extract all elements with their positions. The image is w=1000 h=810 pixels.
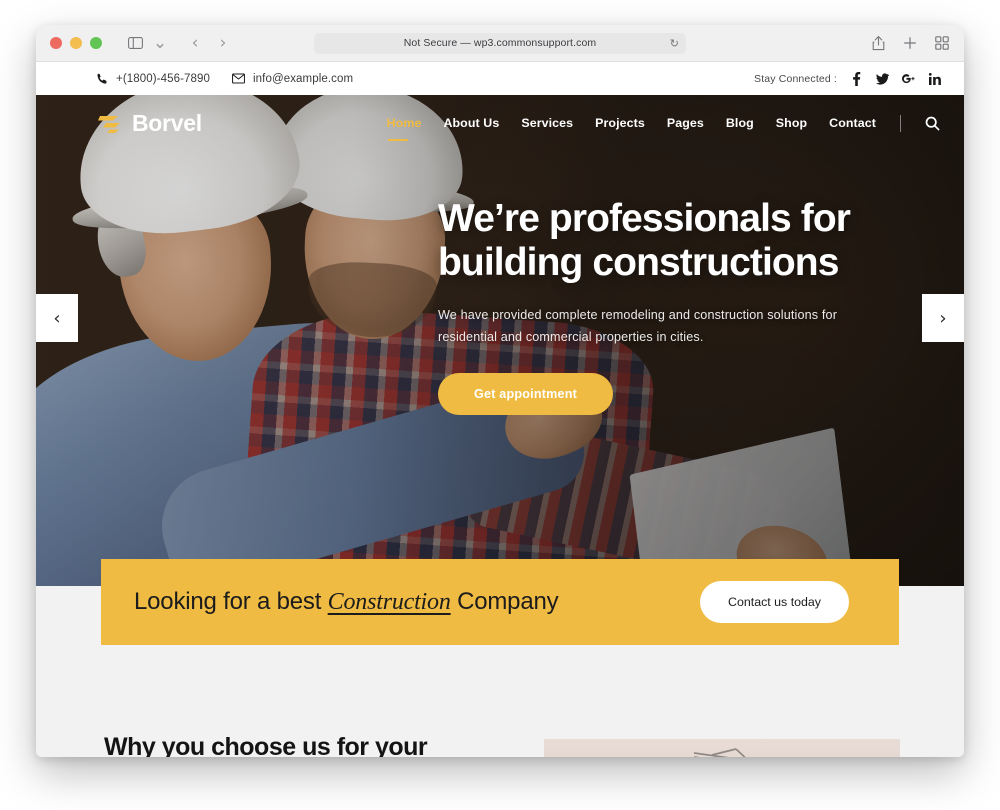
why-choose-us-title: Why you choose us for your next project …	[104, 733, 428, 757]
hero-subtitle: We have provided complete remodeling and…	[438, 307, 838, 345]
browser-forward-button[interactable]: ›	[214, 32, 232, 54]
slider-next-button[interactable]: ›	[922, 294, 964, 342]
toolbar-right-group	[868, 31, 952, 55]
cta-text-after: Company	[450, 588, 559, 615]
browser-toolbar: ⌄ ‹ › Not Secure — wp3.commonsupport.com…	[36, 25, 964, 62]
email-contact[interactable]: info@example.com	[232, 73, 353, 85]
browser-window: ⌄ ‹ › Not Secure — wp3.commonsupport.com…	[36, 25, 964, 757]
traffic-lights	[50, 37, 102, 49]
contact-us-today-button[interactable]: Contact us today	[700, 581, 849, 623]
nav-item-contact[interactable]: Contact	[829, 112, 876, 134]
site-header: Borvel Home About Us Services Projects P…	[36, 95, 964, 151]
cta-text-before: Looking for a best	[134, 588, 328, 615]
facebook-icon[interactable]	[850, 71, 863, 86]
plus-icon[interactable]	[900, 31, 920, 55]
sidebar-icon[interactable]	[122, 31, 148, 55]
nav-divider	[900, 114, 901, 132]
nav-item-blog[interactable]: Blog	[726, 112, 754, 134]
maximize-window-button[interactable]	[90, 37, 102, 49]
get-appointment-button[interactable]: Get appointment	[438, 372, 614, 415]
why-choose-us-section: Why you choose us for your next project …	[36, 645, 964, 757]
construction-cranes-image	[544, 739, 900, 757]
hero-title-line-2: building constructions	[438, 241, 839, 285]
browser-back-button[interactable]: ‹	[186, 32, 204, 54]
cta-banner-text: Looking for a best Construction Company	[134, 588, 559, 616]
nav-item-projects[interactable]: Projects	[595, 112, 645, 134]
hero-title: We’re professionals for building constru…	[438, 197, 908, 286]
google-plus-icon[interactable]	[902, 73, 915, 85]
email-address: info@example.com	[253, 72, 354, 85]
phone-contact[interactable]: +(1800)-456-7890	[96, 73, 210, 85]
close-window-button[interactable]	[50, 37, 62, 49]
phone-icon	[96, 73, 108, 85]
topbar-contact-group: +(1800)-456-7890 info@example.com	[96, 73, 353, 85]
twitter-icon[interactable]	[876, 72, 889, 85]
slider-prev-button[interactable]: ‹	[36, 294, 78, 342]
sidebar-chevron-down-icon[interactable]: ⌄	[151, 32, 169, 54]
address-bar[interactable]: Not Secure — wp3.commonsupport.com ↻	[314, 32, 686, 54]
nav-item-home[interactable]: Home	[387, 112, 422, 141]
hero-title-line-1: We’re professionals for	[438, 197, 851, 240]
hero-copy: We’re professionals for building constru…	[438, 197, 908, 415]
main-navigation: Home About Us Services Projects Pages Bl…	[387, 112, 940, 141]
nav-item-services[interactable]: Services	[521, 112, 573, 134]
site-topbar: +(1800)-456-7890 info@example.com Stay C…	[36, 62, 964, 95]
nav-item-pages[interactable]: Pages	[667, 112, 704, 134]
phone-number: +(1800)-456-7890	[116, 72, 210, 85]
linkedin-icon[interactable]	[928, 72, 941, 85]
crane-icon-left	[693, 748, 746, 757]
logo-text: Borvel	[132, 109, 202, 136]
nav-item-about-us[interactable]: About Us	[443, 112, 499, 134]
site-logo[interactable]: Borvel	[98, 110, 202, 137]
url-text: Not Secure — wp3.commonsupport.com	[403, 37, 597, 49]
social-group: Stay Connected :	[754, 71, 941, 86]
site-viewport: +(1800)-456-7890 info@example.com Stay C…	[36, 62, 964, 757]
nav-arrows: ‹ ›	[186, 32, 232, 54]
share-icon[interactable]	[868, 31, 888, 55]
cta-text-highlight: Construction	[327, 589, 451, 615]
minimize-window-button[interactable]	[70, 37, 82, 49]
hero-slider: Borvel Home About Us Services Projects P…	[36, 95, 964, 586]
stay-connected-label: Stay Connected :	[754, 72, 837, 85]
tab-overview-icon[interactable]	[932, 31, 952, 55]
reload-icon[interactable]: ↻	[670, 37, 679, 50]
page-root: ⌄ ‹ › Not Secure — wp3.commonsupport.com…	[0, 0, 1000, 810]
envelope-icon	[232, 73, 245, 84]
nav-item-shop[interactable]: Shop	[776, 112, 807, 134]
toolbar-left-group: ⌄ ‹ ›	[122, 31, 232, 55]
cta-banner: Looking for a best Construction Company …	[101, 559, 899, 645]
search-icon[interactable]	[925, 116, 940, 131]
